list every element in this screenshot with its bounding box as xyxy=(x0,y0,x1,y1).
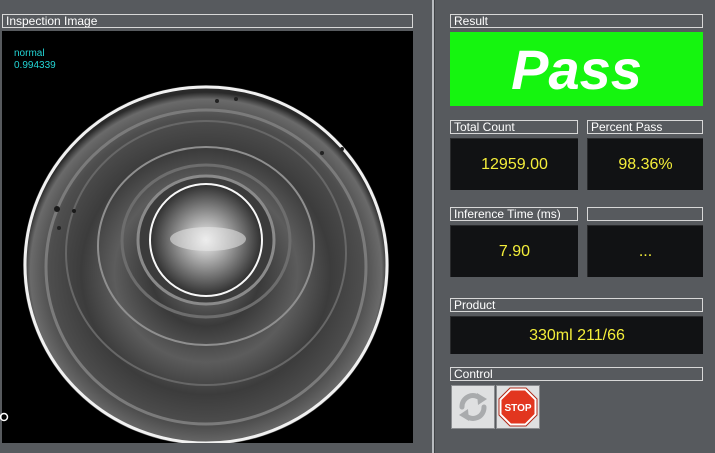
refresh-button[interactable] xyxy=(451,385,495,429)
inference-time-value: 7.90 xyxy=(498,242,531,260)
result-status-text: Pass xyxy=(511,37,642,101)
product-value: 330ml 211/66 xyxy=(529,326,625,344)
product-panel: 330ml 211/66 xyxy=(450,316,703,354)
result-header: Result xyxy=(450,14,703,28)
total-count-value: 12959.00 xyxy=(481,155,548,173)
result-status-panel: Pass xyxy=(450,32,703,106)
control-header-label: Control xyxy=(454,367,493,381)
can-bottom-image xyxy=(2,31,413,443)
total-count-panel: 12959.00 xyxy=(450,138,578,190)
total-count-header-label: Total Count xyxy=(454,120,515,134)
total-count-header: Total Count xyxy=(450,120,578,134)
cursor-icon xyxy=(0,412,9,422)
panel-divider-shadow xyxy=(434,0,435,453)
percent-pass-value: 98.36% xyxy=(618,155,673,173)
classification-score: 0.994339 xyxy=(14,60,56,71)
extra-stat-header xyxy=(587,207,703,221)
inspection-image-header: Inspection Image xyxy=(2,14,413,28)
inspection-image: normal 0.994339 xyxy=(2,31,413,443)
percent-pass-header: Percent Pass xyxy=(587,120,703,134)
stop-button[interactable]: STOP xyxy=(496,385,540,429)
inference-time-header-label: Inference Time (ms) xyxy=(454,207,561,221)
inspection-image-title: Inspection Image xyxy=(6,14,98,28)
extra-stat-value: ... xyxy=(638,242,653,260)
product-header: Product xyxy=(450,298,703,312)
refresh-icon xyxy=(459,393,487,421)
stop-label: STOP xyxy=(504,403,531,414)
product-header-label: Product xyxy=(454,298,496,312)
stop-icon: STOP xyxy=(498,387,538,427)
inference-time-panel: 7.90 xyxy=(450,225,578,277)
percent-pass-panel: 98.36% xyxy=(587,138,703,190)
percent-pass-header-label: Percent Pass xyxy=(591,120,663,134)
result-header-label: Result xyxy=(454,14,489,28)
classification-label: normal xyxy=(14,48,45,59)
inference-time-header: Inference Time (ms) xyxy=(450,207,578,221)
control-header: Control xyxy=(450,367,703,381)
extra-stat-panel: ... xyxy=(587,225,703,277)
